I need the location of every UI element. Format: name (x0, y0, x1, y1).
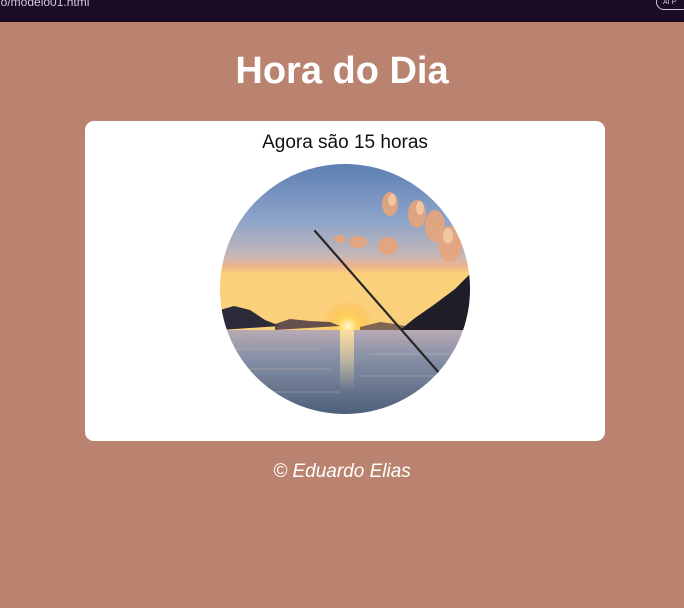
page-title: Hora do Dia (235, 50, 449, 92)
browser-extension-button[interactable]: AI P (656, 0, 684, 10)
time-of-day-image (220, 164, 470, 414)
address-bar-url[interactable]: io/modelo01.html (0, 0, 89, 9)
footer-copyright: © Eduardo Elias (273, 461, 411, 482)
time-message: Agora são 15 horas (262, 132, 428, 153)
sunset-image (220, 164, 470, 414)
browser-top-bar: io/modelo01.html AI P (0, 0, 684, 22)
content-card: Agora são 15 horas (85, 121, 605, 441)
